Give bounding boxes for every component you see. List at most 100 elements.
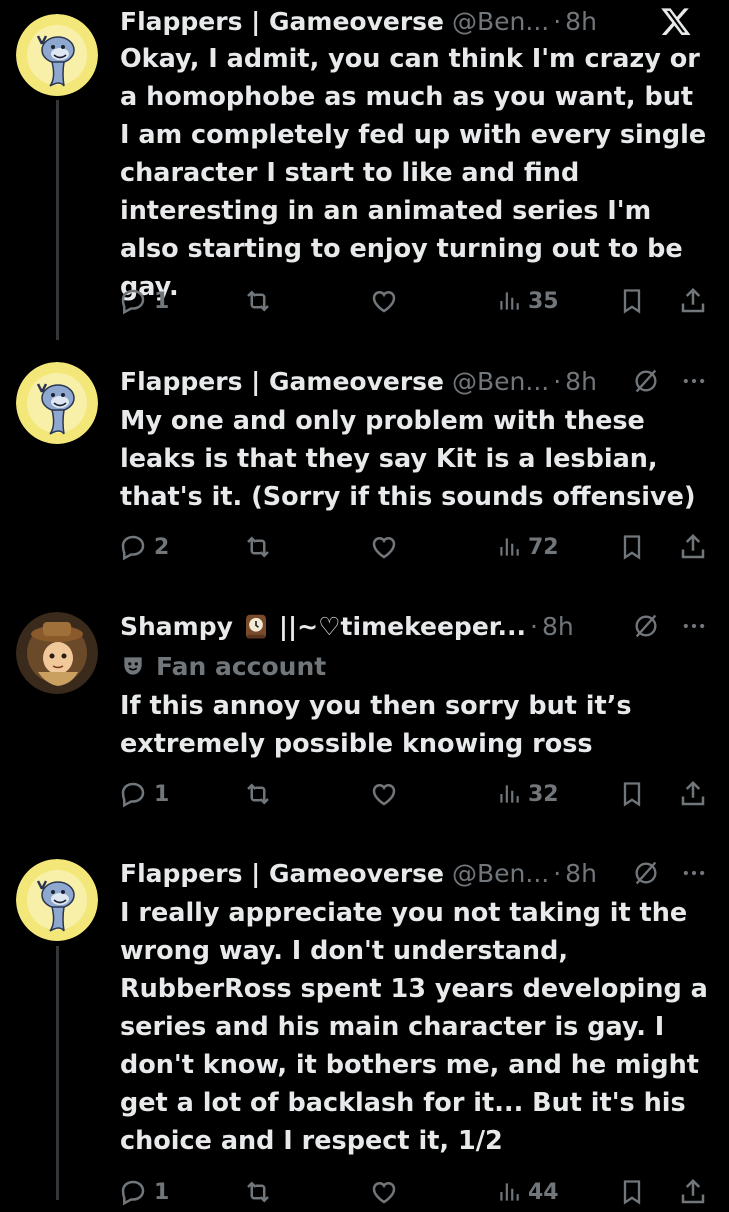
action-bar: 1 35 [118,281,712,321]
avatar[interactable] [16,612,98,694]
tweet-header: Flappers | Gameoverse @Ben... · 8h [120,855,597,891]
tweet-header: Flappers | Gameoverse @Ben... · 8h [120,3,597,39]
action-bar: 2 72 [118,527,712,567]
separator-dot: · [553,366,562,396]
timestamp[interactable]: 8h [565,7,597,36]
bookmark-button[interactable] [618,281,646,321]
display-name-suffix[interactable]: ||~♡timekeeper... [279,612,526,641]
bookmark-icon [618,532,646,562]
reply-button[interactable]: 1 [118,281,169,321]
more-options-icon[interactable] [680,608,708,644]
handle[interactable]: @Ben... [452,367,549,396]
share-button[interactable] [678,1172,708,1212]
avatar[interactable] [16,14,98,96]
avatar[interactable] [16,859,98,941]
like-button[interactable] [368,281,406,321]
grok-icon[interactable] [632,608,660,644]
tweet-text: Okay, I admit, you can think I'm crazy o… [120,44,707,302]
repost-button[interactable] [242,527,280,567]
heart-icon [368,1177,400,1207]
theater-mask-icon [120,653,146,679]
clock-icon [241,611,271,641]
view-count: 44 [528,1179,559,1205]
grok-icon[interactable] [632,855,660,891]
like-button[interactable] [368,1172,406,1212]
like-button[interactable] [368,527,406,567]
thread-line [56,100,59,340]
reply-icon [118,1177,148,1207]
repost-icon [242,286,274,316]
more-options-icon[interactable] [680,363,708,399]
share-icon [678,1177,708,1207]
fan-account-badge: Fan account [120,648,326,684]
reply-icon [118,532,148,562]
share-icon [678,779,708,809]
share-button[interactable] [678,281,708,321]
views-button[interactable]: 32 [496,774,559,814]
badge-label: Fan account [156,651,327,681]
bookmark-icon [618,1177,646,1207]
bookmark-icon [618,779,646,809]
reply-count: 1 [154,1179,170,1205]
display-name[interactable]: Shampy [120,612,233,641]
views-icon [496,779,522,809]
view-count: 35 [528,288,559,314]
bookmark-button[interactable] [618,1172,646,1212]
tweet-text: My one and only problem with these leaks… [120,406,696,512]
share-button[interactable] [678,527,708,567]
reply-count: 1 [154,288,170,314]
repost-button[interactable] [242,774,280,814]
timestamp[interactable]: 8h [565,859,597,888]
heart-icon [368,532,400,562]
repost-button[interactable] [242,281,280,321]
reply-button[interactable]: 1 [118,774,169,814]
repost-icon [242,1177,274,1207]
separator-dot: · [553,6,562,36]
tweet-text: I really appreciate you not taking it th… [120,898,708,1156]
views-icon [496,532,522,562]
tweet-2[interactable]: Flappers | Gameoverse @Ben... · 8h My on… [0,362,729,602]
repost-icon [242,532,274,562]
display-name[interactable]: Flappers | Gameoverse [120,859,444,888]
views-button[interactable]: 35 [496,281,559,321]
share-icon [678,532,708,562]
timestamp[interactable]: 8h [565,367,597,396]
reply-icon [118,286,148,316]
thread-line [56,946,59,1200]
avatar[interactable] [16,362,98,444]
more-options-icon[interactable] [680,855,708,891]
views-icon [496,1177,522,1207]
views-button[interactable]: 44 [496,1172,559,1212]
repost-icon [242,779,274,809]
bookmark-button[interactable] [618,527,646,567]
reply-button[interactable]: 1 [118,1172,169,1212]
views-button[interactable]: 72 [496,527,559,567]
display-name[interactable]: Flappers | Gameoverse [120,7,444,36]
reply-count: 2 [154,534,170,560]
reply-button[interactable]: 2 [118,527,169,567]
tweet-4[interactable]: Flappers | Gameoverse @Ben... · 8h I rea… [0,854,729,1206]
handle[interactable]: @Ben... [452,7,549,36]
tweet-header: Shampy ||~♡timekeeper... · 8h [120,608,574,644]
repost-button[interactable] [242,1172,280,1212]
grok-icon[interactable] [632,363,660,399]
timestamp[interactable]: 8h [542,612,574,641]
bookmark-icon [618,286,646,316]
view-count: 72 [528,534,559,560]
action-bar: 1 32 [118,774,712,814]
handle[interactable]: @Ben... [452,859,549,888]
tweet-3[interactable]: Shampy ||~♡timekeeper... · 8h Fan accoun… [0,608,729,838]
share-icon [678,286,708,316]
heart-icon [368,286,400,316]
x-logo-icon[interactable] [660,3,692,39]
separator-dot: · [553,858,562,888]
share-button[interactable] [678,774,708,814]
tweet-header: Flappers | Gameoverse @Ben... · 8h [120,363,597,399]
views-icon [496,286,522,316]
separator-dot: · [530,611,538,641]
tweet-1[interactable]: Flappers | Gameoverse @Ben... · 8h Okay,… [0,0,729,340]
reply-icon [118,779,148,809]
like-button[interactable] [368,774,406,814]
display-name[interactable]: Flappers | Gameoverse [120,367,444,396]
bookmark-button[interactable] [618,774,646,814]
